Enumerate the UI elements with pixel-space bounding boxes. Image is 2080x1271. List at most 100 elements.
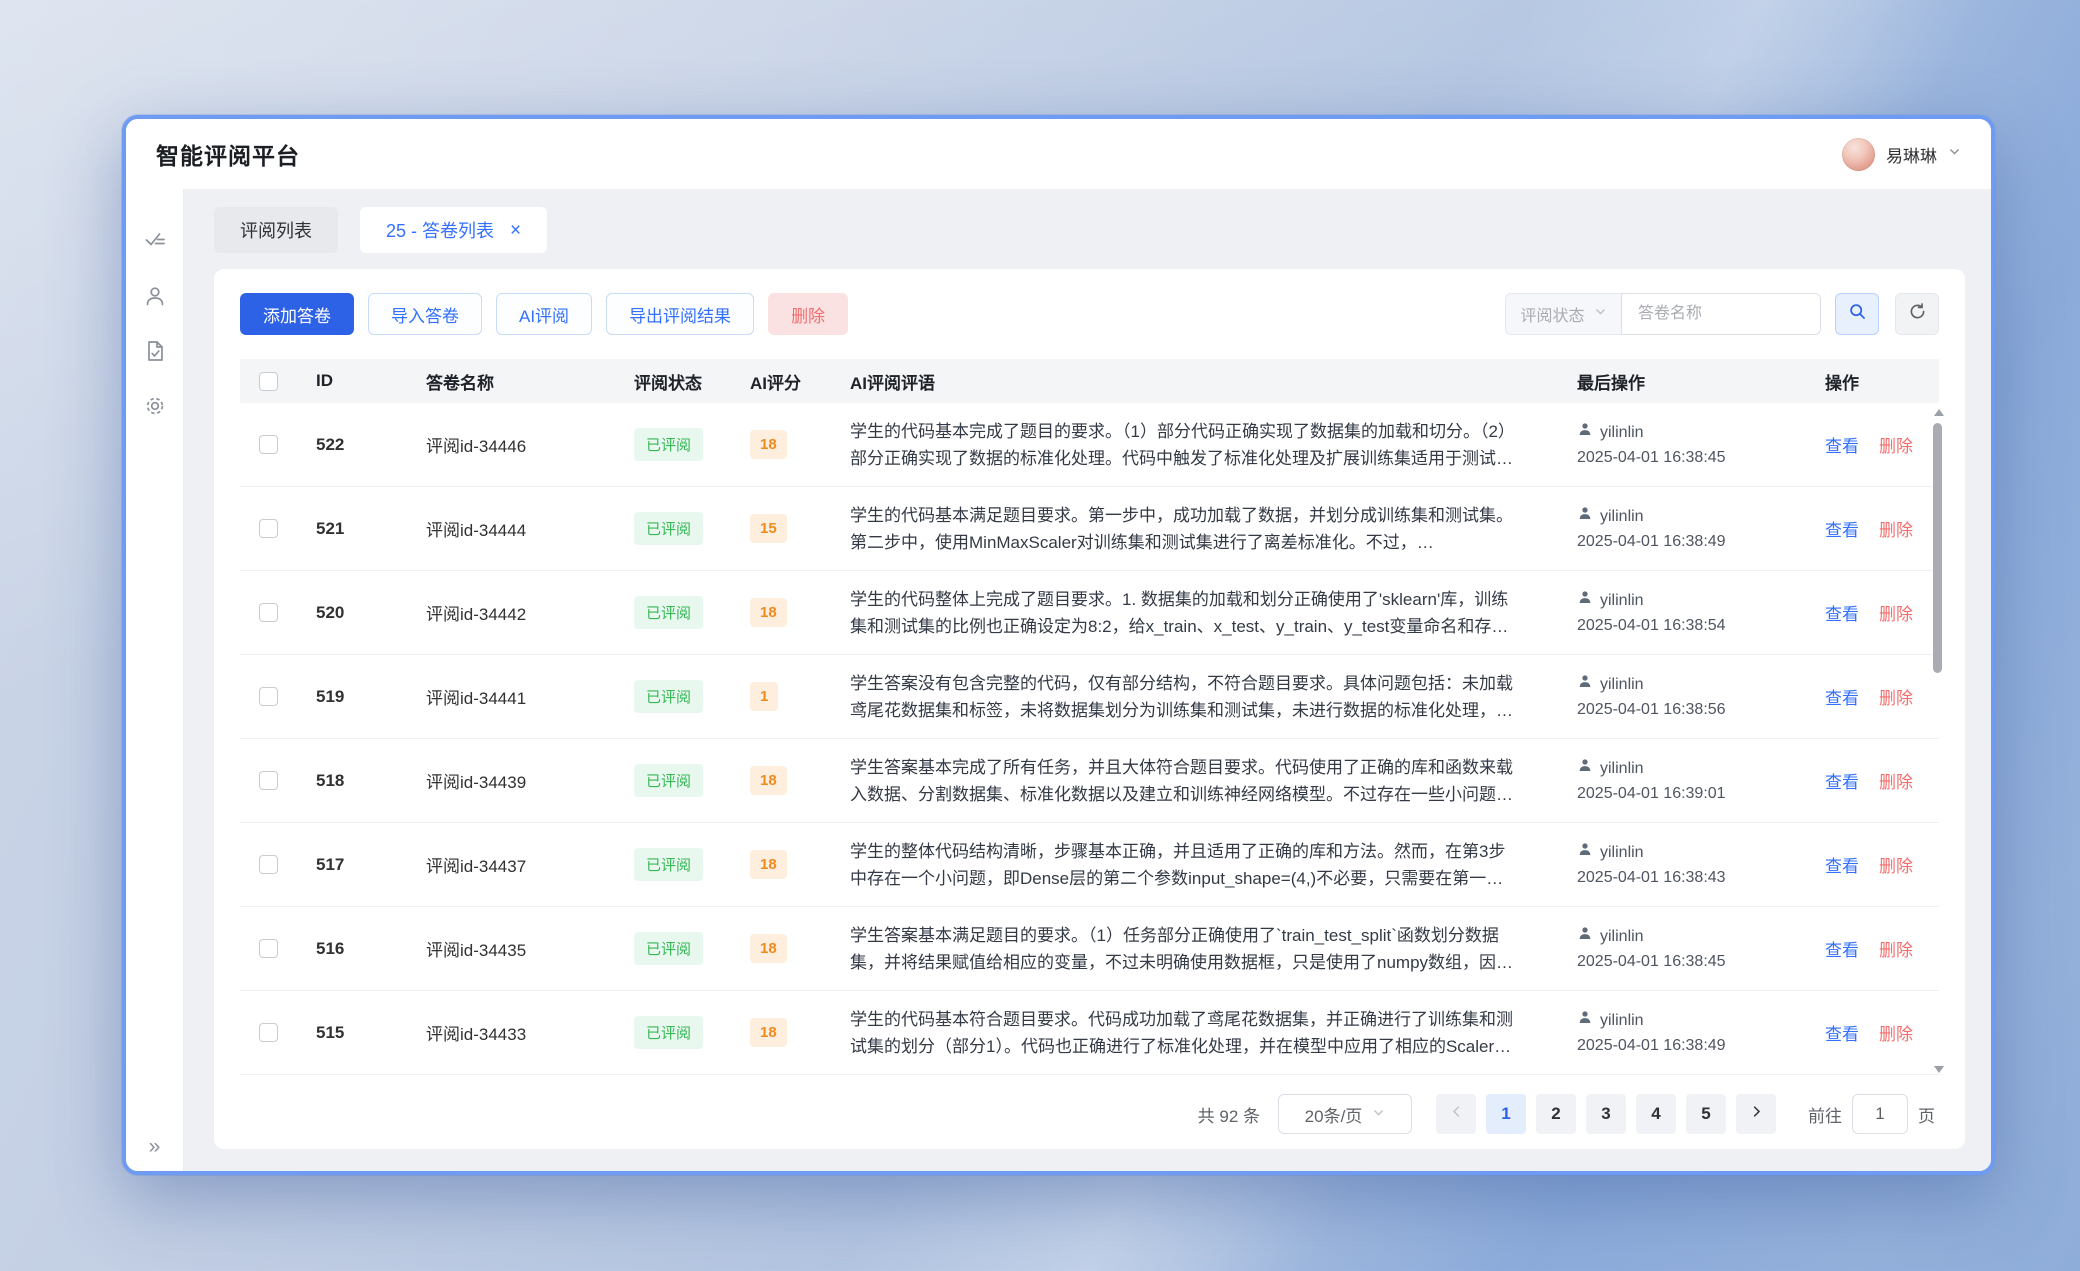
- operation-time: 2025-04-01 16:39:01: [1577, 781, 1811, 806]
- view-link[interactable]: 查看: [1825, 684, 1859, 709]
- next-page-button[interactable]: [1736, 1094, 1776, 1134]
- row-comment: 学生答案基本满足题目的要求。（1）任务部分正确使用了`train_test_sp…: [830, 922, 1563, 976]
- sidebar-collapse-icon[interactable]: »: [126, 1135, 183, 1159]
- sidebar-item-users[interactable]: [143, 284, 167, 308]
- row-comment: 学生答案没有包含完整的代码，仅有部分结构，不符合题目要求。具体问题包括：未加载鸢…: [830, 670, 1563, 724]
- scroll-up-icon[interactable]: [1934, 409, 1944, 416]
- row-name: 评阅id-34433: [406, 1020, 614, 1045]
- page-number-button[interactable]: 3: [1586, 1094, 1626, 1134]
- header-last-op: 最后操作: [1563, 369, 1811, 394]
- refresh-button[interactable]: [1895, 293, 1939, 335]
- row-actions: 查看 删除: [1811, 768, 1939, 793]
- score-badge: 15: [750, 514, 787, 543]
- select-all-checkbox[interactable]: [259, 372, 278, 391]
- view-link[interactable]: 查看: [1825, 852, 1859, 877]
- add-answer-button[interactable]: 添加答卷: [240, 293, 354, 335]
- main-area: 评阅列表 25 - 答卷列表 × 添加答卷 导入答卷 AI评阅 导出评阅结果 删…: [184, 189, 1991, 1171]
- page-number-button[interactable]: 1: [1486, 1094, 1526, 1134]
- header-id: ID: [296, 371, 406, 391]
- chevron-down-icon: [1594, 305, 1607, 323]
- person-icon: [1577, 504, 1593, 529]
- row-checkbox[interactable]: [259, 687, 278, 706]
- status-badge: 已评阅: [634, 428, 703, 461]
- row-actions: 查看 删除: [1811, 936, 1939, 961]
- prev-page-button[interactable]: [1436, 1094, 1476, 1134]
- delete-link[interactable]: 删除: [1879, 684, 1913, 709]
- comment-text: 学生答案基本满足题目的要求。（1）任务部分正确使用了`train_test_sp…: [850, 922, 1517, 976]
- table-row: 516 评阅id-34435 已评阅 18 学生答案基本满足题目的要求。（1）任…: [240, 907, 1939, 991]
- sidebar-item-settings[interactable]: [143, 394, 167, 418]
- page-number-button[interactable]: 4: [1636, 1094, 1676, 1134]
- header-score: AI评分: [730, 369, 830, 394]
- delete-link[interactable]: 删除: [1879, 600, 1913, 625]
- row-last-op: yilinlin 2025-04-01 16:38:56: [1563, 672, 1811, 722]
- scrollbar[interactable]: [1931, 407, 1945, 1075]
- export-results-button[interactable]: 导出评阅结果: [606, 293, 754, 335]
- user-menu[interactable]: 易琳琳: [1842, 138, 1961, 171]
- delete-link[interactable]: 删除: [1879, 852, 1913, 877]
- row-id: 519: [296, 687, 406, 707]
- person-icon: [1577, 924, 1593, 949]
- scroll-down-icon[interactable]: [1934, 1066, 1944, 1073]
- sidebar: »: [126, 189, 184, 1171]
- delete-button[interactable]: 删除: [768, 293, 848, 335]
- pager: 1 2 3 4 5: [1436, 1094, 1776, 1134]
- operator-name: yilinlin: [1600, 588, 1644, 613]
- page-unit-label: 页: [1918, 1102, 1935, 1127]
- avatar[interactable]: [1842, 138, 1875, 171]
- row-last-op: yilinlin 2025-04-01 16:38:54: [1563, 588, 1811, 638]
- page-size-select[interactable]: 20条/页: [1278, 1094, 1412, 1134]
- tab-review-list[interactable]: 评阅列表: [214, 207, 338, 253]
- row-name: 评阅id-34437: [406, 852, 614, 877]
- operator-name: yilinlin: [1600, 924, 1644, 949]
- table-row: 521 评阅id-34444 已评阅 15 学生的代码基本满足题目要求。第一步中…: [240, 487, 1939, 571]
- answer-name-input[interactable]: [1621, 293, 1821, 335]
- status-badge: 已评阅: [634, 848, 703, 881]
- view-link[interactable]: 查看: [1825, 936, 1859, 961]
- view-link[interactable]: 查看: [1825, 432, 1859, 457]
- row-last-op: yilinlin 2025-04-01 16:38:49: [1563, 1008, 1811, 1058]
- row-name: 评阅id-34446: [406, 432, 614, 457]
- ai-review-button[interactable]: AI评阅: [496, 293, 592, 335]
- row-checkbox[interactable]: [259, 855, 278, 874]
- delete-link[interactable]: 删除: [1879, 768, 1913, 793]
- row-checkbox[interactable]: [259, 519, 278, 538]
- view-link[interactable]: 查看: [1825, 600, 1859, 625]
- score-badge: 18: [750, 850, 787, 879]
- tab-label: 25 - 答卷列表: [386, 217, 494, 243]
- search-button[interactable]: [1835, 293, 1879, 335]
- row-checkbox[interactable]: [259, 603, 278, 622]
- row-actions: 查看 删除: [1811, 516, 1939, 541]
- view-link[interactable]: 查看: [1825, 1020, 1859, 1045]
- window-body: » 评阅列表 25 - 答卷列表 × 添加答卷 导入答卷 AI评阅: [126, 189, 1991, 1171]
- row-comment: 学生的代码整体上完成了题目要求。1. 数据集的加载和划分正确使用了'sklear…: [830, 586, 1563, 640]
- view-link[interactable]: 查看: [1825, 768, 1859, 793]
- status-badge: 已评阅: [634, 1016, 703, 1049]
- row-checkbox[interactable]: [259, 435, 278, 454]
- page-number-button[interactable]: 5: [1686, 1094, 1726, 1134]
- delete-link[interactable]: 删除: [1879, 516, 1913, 541]
- page-number-button[interactable]: 2: [1536, 1094, 1576, 1134]
- delete-link[interactable]: 删除: [1879, 936, 1913, 961]
- row-last-op: yilinlin 2025-04-01 16:38:45: [1563, 420, 1811, 470]
- row-checkbox[interactable]: [259, 1023, 278, 1042]
- view-link[interactable]: 查看: [1825, 516, 1859, 541]
- person-icon: [1577, 1008, 1593, 1033]
- review-status-select[interactable]: 评阅状态: [1505, 293, 1621, 335]
- table-row: 520 评阅id-34442 已评阅 18 学生的代码整体上完成了题目要求。1.…: [240, 571, 1939, 655]
- delete-link[interactable]: 删除: [1879, 1020, 1913, 1045]
- row-actions: 查看 删除: [1811, 1020, 1939, 1045]
- import-answer-button[interactable]: 导入答卷: [368, 293, 482, 335]
- close-icon[interactable]: ×: [510, 221, 521, 240]
- row-checkbox[interactable]: [259, 771, 278, 790]
- tab-answer-list[interactable]: 25 - 答卷列表 ×: [360, 207, 547, 253]
- sidebar-item-review-list[interactable]: [143, 229, 167, 253]
- scrollbar-thumb[interactable]: [1933, 423, 1942, 673]
- table-body: 522 评阅id-34446 已评阅 18 学生的代码基本完成了题目的要求。（1…: [240, 403, 1939, 1075]
- table-row: 518 评阅id-34439 已评阅 18 学生答案基本完成了所有任务，并且大体…: [240, 739, 1939, 823]
- row-checkbox[interactable]: [259, 939, 278, 958]
- delete-link[interactable]: 删除: [1879, 432, 1913, 457]
- pagination: 共 92 条 20条/页 1 2 3: [214, 1087, 1965, 1149]
- goto-page-input[interactable]: [1852, 1094, 1908, 1134]
- sidebar-item-answer-sheets[interactable]: [143, 339, 167, 363]
